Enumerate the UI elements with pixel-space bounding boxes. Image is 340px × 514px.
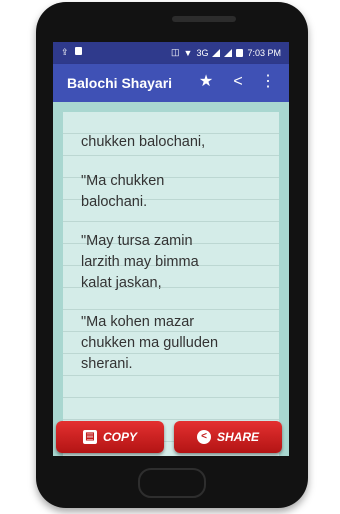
- poem-line: "Ma kohen mazar chukken ma gulluden sher…: [81, 314, 219, 372]
- share-icon[interactable]: <: [227, 71, 249, 93]
- poem-line: "May tursa zamin larzith may bimma kalat…: [81, 233, 199, 291]
- usb-icon: ⇪: [61, 47, 69, 57]
- copy-label: COPY: [102, 430, 137, 444]
- content-area[interactable]: chukken balochani, "Ma chukken balochani…: [53, 102, 289, 456]
- app-screen: ⇪ ◫ ▼ 3G 7:03 PM Balochi Shayari ★ < ⋮ c…: [53, 42, 289, 456]
- share-label: SHARE: [216, 430, 259, 444]
- share-button[interactable]: < SHARE: [174, 421, 282, 453]
- app-notification-icon: [74, 47, 82, 55]
- phone-speaker: [172, 16, 236, 22]
- vibrate-icon: ◫: [171, 47, 180, 57]
- share-icon: <: [196, 430, 211, 444]
- status-time: 7:03 PM: [247, 47, 281, 58]
- poem-line: "Ma chukken balochani.: [81, 173, 165, 210]
- app-toolbar: Balochi Shayari ★ < ⋮: [53, 64, 289, 102]
- home-button[interactable]: [138, 468, 206, 498]
- poem-line: chukken balochani,: [81, 134, 206, 150]
- battery-icon: [236, 48, 244, 57]
- app-title: Balochi Shayari: [67, 75, 173, 91]
- poem-card: chukken balochani, "Ma chukken balochani…: [63, 112, 279, 456]
- signal-icon: [212, 48, 221, 57]
- wifi-icon: ▼: [183, 47, 193, 58]
- status-bar: ⇪ ◫ ▼ 3G 7:03 PM: [53, 42, 289, 64]
- signal-icon-2: [224, 48, 233, 57]
- overflow-menu-icon[interactable]: ⋮: [257, 71, 279, 93]
- copy-button[interactable]: ▤ COPY: [56, 421, 164, 453]
- network-type: 3G: [196, 47, 209, 58]
- clipboard-icon: ▤: [82, 430, 97, 444]
- star-icon[interactable]: ★: [195, 71, 217, 93]
